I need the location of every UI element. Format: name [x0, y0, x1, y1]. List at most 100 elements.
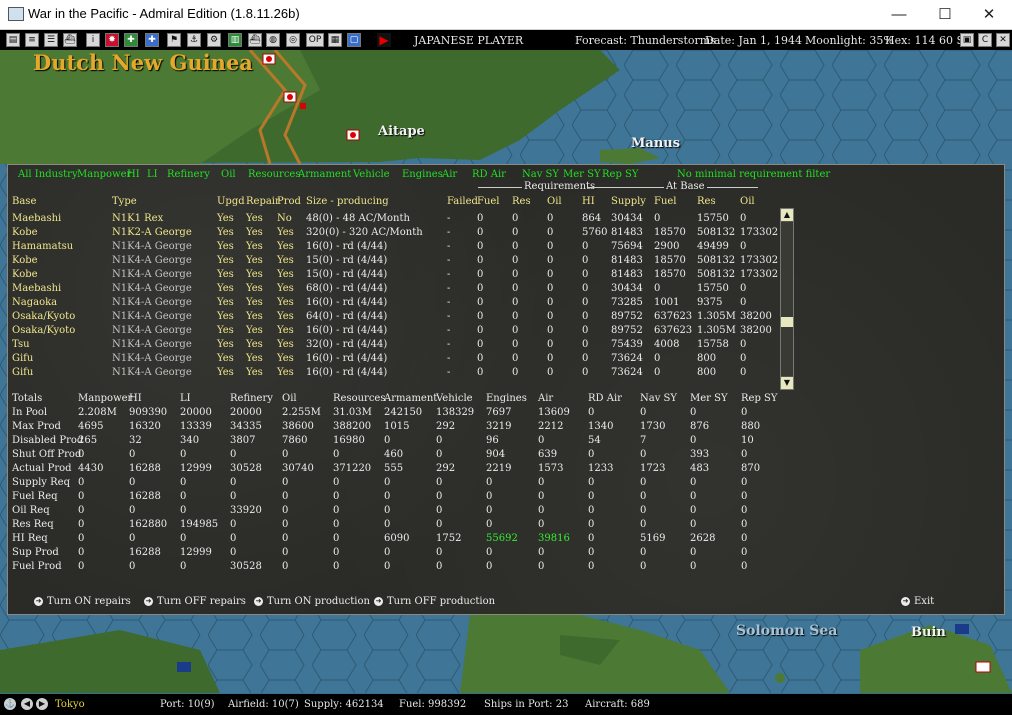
table-cell-base[interactable]: Hamamatsu — [12, 241, 73, 252]
op-button[interactable]: OP — [306, 33, 324, 47]
filter-vehicle[interactable]: Vehicle — [353, 169, 390, 180]
globe-icon[interactable]: ◍ — [266, 33, 280, 47]
target-icon[interactable]: ◎ — [286, 33, 300, 47]
column-header-size[interactable]: Size - producing — [306, 196, 389, 207]
table-cell-base[interactable]: Maebashi — [12, 283, 61, 294]
table-cell-base[interactable]: Maebashi — [12, 213, 61, 224]
table-cell-hi: 0 — [582, 269, 589, 280]
totals-cell-hi: 162880 — [129, 519, 168, 530]
column-header-req-fuel[interactable]: Fuel — [477, 196, 500, 207]
filter-resources[interactable]: Resources — [248, 169, 300, 180]
requirements-group-header: Requirements — [522, 181, 598, 192]
scroll-thumb[interactable] — [781, 317, 793, 327]
totals-cell-mer-sy: 0 — [690, 519, 697, 530]
column-header-base-res[interactable]: Res — [697, 196, 716, 207]
table-cell-base[interactable]: Nagaoka — [12, 297, 57, 308]
exit-game-icon[interactable]: ✕ — [996, 33, 1010, 47]
table-cell-upgd: Yes — [217, 227, 234, 238]
table-cell-req-oil: 0 — [547, 297, 554, 308]
filter-hi[interactable]: HI — [127, 169, 140, 180]
info-icon[interactable]: i — [86, 33, 100, 47]
table-cell-base[interactable]: Osaka/Kyoto — [12, 325, 75, 336]
totals-cell-armament: 6090 — [384, 533, 410, 544]
flag-icon[interactable]: ⚑ — [167, 33, 181, 47]
filter-air[interactable]: Air — [442, 169, 457, 180]
filter-oil[interactable]: Oil — [221, 169, 236, 180]
turn-off-repairs-button[interactable]: ➜ Turn OFF repairs — [144, 596, 246, 607]
chart-icon[interactable]: ▥ — [228, 33, 242, 47]
filter-rd-air[interactable]: RD Air — [472, 169, 506, 180]
turn-on-production-button[interactable]: ➜ Turn ON production — [254, 596, 370, 607]
filter-nav-sy[interactable]: Nav SY — [522, 169, 559, 180]
totals-cell-engines: 904 — [486, 449, 506, 460]
air-unit-icon[interactable]: ✚ — [145, 33, 159, 47]
table-cell-base-oil: 38200 — [740, 311, 772, 322]
totals-cell-armament: 0 — [384, 561, 391, 572]
totals-cell-rd-air: 0 — [588, 407, 595, 418]
scroll-up-icon[interactable]: ▲ — [781, 209, 793, 222]
table-cell-base[interactable]: Tsu — [12, 339, 30, 350]
table-cell-base[interactable]: Kobe — [12, 227, 38, 238]
anchor-icon[interactable]: ⚓ — [4, 698, 16, 710]
filter-engines[interactable]: Engines — [402, 169, 443, 180]
filter-manpower[interactable]: Manpower — [77, 169, 131, 180]
table-cell-failed: - — [447, 297, 451, 308]
convoy-icon[interactable]: ⛴ — [248, 33, 262, 47]
filter-refinery[interactable]: Refinery — [167, 169, 210, 180]
window-restore-icon[interactable]: ▣ — [960, 33, 974, 47]
load-icon[interactable]: ▤ — [6, 33, 20, 47]
filter-no-minimal-requirement[interactable]: No minimal requirement filter — [677, 169, 830, 180]
table-cell-hi: 5760 — [582, 227, 608, 238]
maximize-button[interactable]: ☐ — [922, 0, 968, 29]
turn-off-production-label: Turn OFF production — [387, 596, 496, 607]
column-header-supply[interactable]: Supply — [611, 196, 646, 207]
end-turn-icon[interactable]: ▶ — [377, 33, 391, 47]
ship-icon[interactable]: ⛴ — [63, 33, 77, 47]
previous-icon[interactable]: ◀ — [21, 698, 33, 710]
column-header-req-oil[interactable]: Oil — [547, 196, 562, 207]
next-icon[interactable]: ▶ — [36, 698, 48, 710]
gear-icon[interactable]: ⚙ — [207, 33, 221, 47]
filter-li[interactable]: LI — [147, 169, 158, 180]
tile-icon[interactable]: ▦ — [328, 33, 342, 47]
column-header-upgd[interactable]: Upgd — [217, 196, 245, 207]
ground-unit-icon[interactable]: ✚ — [124, 33, 138, 47]
japan-flag-icon[interactable]: ✸ — [105, 33, 119, 47]
table-cell-base[interactable]: Kobe — [12, 255, 38, 266]
table-cell-base[interactable]: Gifu — [12, 367, 33, 378]
turn-off-production-button[interactable]: ➜ Turn OFF production — [374, 596, 495, 607]
scroll-down-icon[interactable]: ▼ — [781, 376, 793, 389]
document-icon[interactable]: ≡ — [25, 33, 39, 47]
column-header-type[interactable]: Type — [112, 196, 137, 207]
column-header-repair[interactable]: Repair — [246, 196, 280, 207]
column-header-base[interactable]: Base — [12, 196, 36, 207]
filter-rep-sy[interactable]: Rep SY — [602, 169, 638, 180]
center-icon[interactable]: C — [978, 33, 992, 47]
totals-cell-rep-sy: 0 — [741, 407, 748, 418]
column-header-req-res[interactable]: Res — [512, 196, 531, 207]
table-cell-base[interactable]: Kobe — [12, 269, 38, 280]
filter-all-industry[interactable]: All Industry — [18, 169, 78, 180]
column-header-base-oil[interactable]: Oil — [740, 196, 755, 207]
table-cell-base[interactable]: Gifu — [12, 353, 33, 364]
close-button[interactable]: ✕ — [966, 0, 1012, 29]
table-cell-req-fuel: 0 — [477, 213, 484, 224]
list-icon[interactable]: ☰ — [44, 33, 58, 47]
window-icon[interactable]: ▢ — [347, 33, 361, 47]
column-header-hi[interactable]: HI — [582, 196, 595, 207]
totals-cell-armament: 555 — [384, 463, 404, 474]
column-header-prod[interactable]: Prod — [277, 196, 301, 207]
column-header-failed[interactable]: Failed — [447, 196, 478, 207]
turn-on-repairs-button[interactable]: ➜ Turn ON repairs — [34, 596, 131, 607]
table-cell-base-fuel: 0 — [654, 367, 661, 378]
table-cell-base[interactable]: Osaka/Kyoto — [12, 311, 75, 322]
table-cell-base-oil: 38200 — [740, 325, 772, 336]
exit-button[interactable]: ➜ Exit — [901, 596, 934, 607]
filter-mer-sy[interactable]: Mer SY — [563, 169, 601, 180]
filter-armament[interactable]: Armament — [298, 169, 351, 180]
base-table-scrollbar[interactable]: ▲ ▼ — [780, 208, 794, 390]
column-header-base-fuel[interactable]: Fuel — [654, 196, 677, 207]
anchor-icon[interactable]: ⚓ — [187, 33, 201, 47]
ships-in-port: Ships in Port: 23 — [484, 699, 569, 710]
minimize-button[interactable]: — — [876, 0, 922, 29]
